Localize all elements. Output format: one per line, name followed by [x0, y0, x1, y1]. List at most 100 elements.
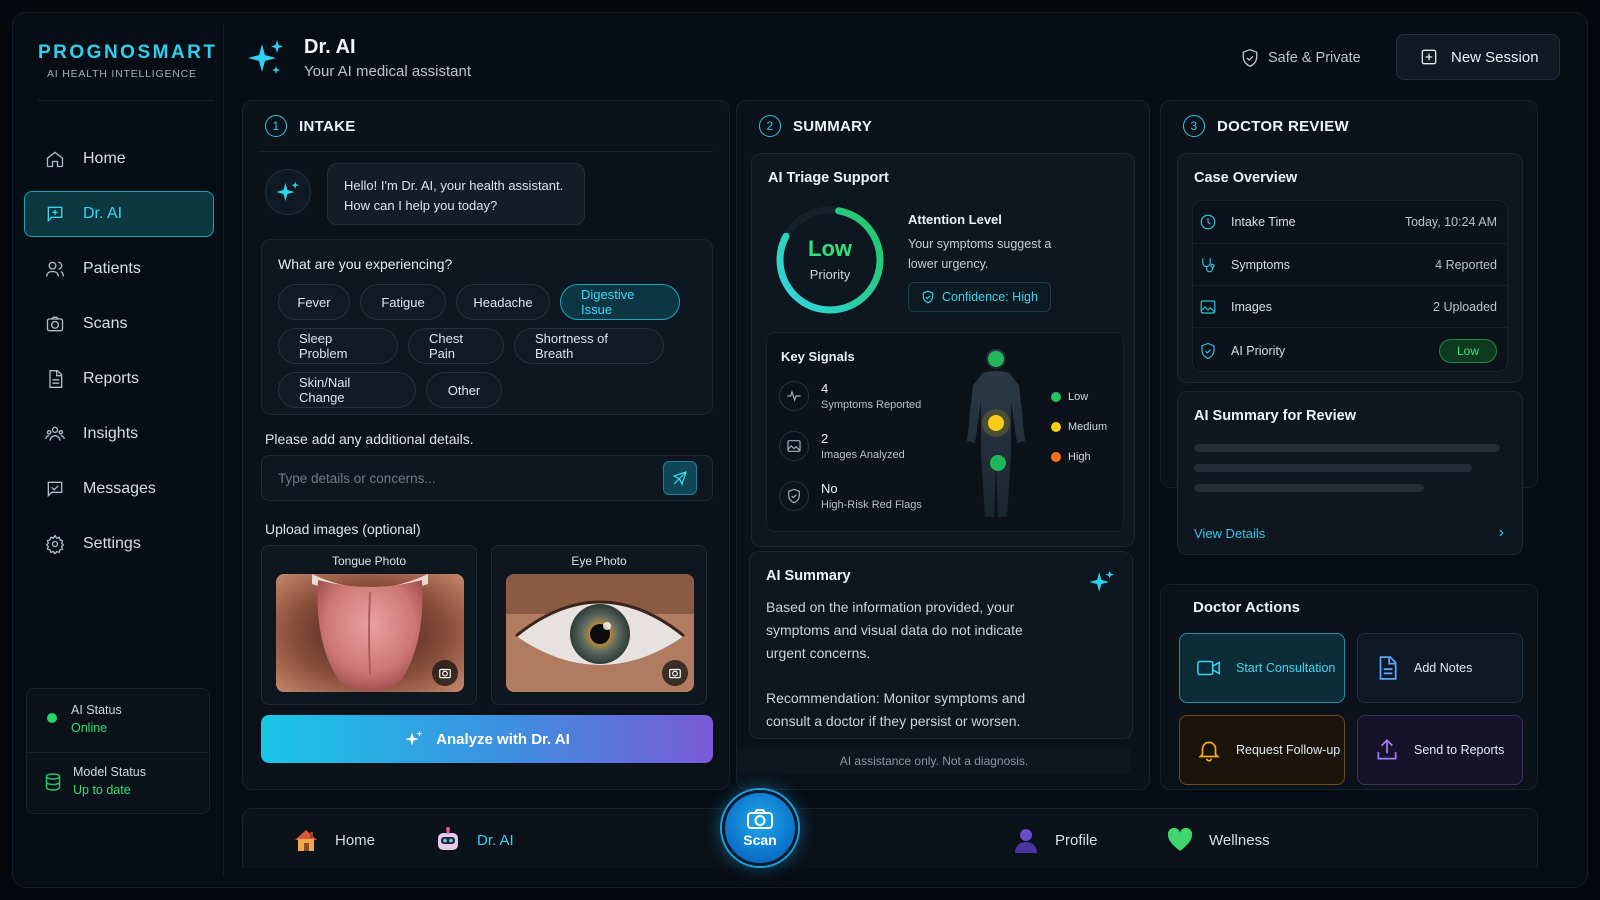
signal-images: 2 Images Analyzed — [779, 431, 905, 461]
robot-icon — [433, 825, 463, 855]
sparkle-icon — [1089, 570, 1114, 592]
sidebar-item-reports[interactable]: Reports — [24, 356, 214, 402]
row-value: Today, 10:24 AM — [1404, 215, 1497, 229]
shield-check-icon — [1201, 342, 1215, 359]
photo-caption: Eye Photo — [571, 554, 627, 568]
sparkle-icon — [248, 40, 283, 74]
symptom-chip-digestive-issue[interactable]: Digestive Issue — [560, 284, 680, 320]
heart-icon — [1165, 825, 1195, 855]
signal-label: High-Risk Red Flags — [821, 499, 922, 511]
bottom-tab-home[interactable]: Home — [291, 825, 375, 855]
request-follow-up-button[interactable]: Request Follow-up — [1179, 715, 1345, 785]
chevron-right-icon[interactable]: › — [1499, 524, 1504, 542]
legend-high: High — [1051, 451, 1091, 463]
ai-status-value: Online — [71, 721, 108, 735]
bottom-tab-dr-ai[interactable]: Dr. AI — [433, 825, 514, 855]
sidebar-item-settings[interactable]: Settings — [24, 521, 214, 567]
send-to-reports-button[interactable]: Send to Reports — [1357, 715, 1523, 785]
intake-title: INTAKE — [299, 117, 356, 135]
symptom-chip-skin-nail-change[interactable]: Skin/Nail Change — [278, 372, 416, 408]
document-icon — [49, 370, 63, 388]
tab-label: Dr. AI — [477, 831, 514, 849]
sparkle-icon — [276, 181, 300, 202]
eye-photo[interactable] — [506, 574, 694, 692]
sidebar-item-home[interactable]: Home — [24, 136, 214, 182]
disclaimer: AI assistance only. Not a diagnosis. — [737, 748, 1131, 774]
camera-icon[interactable] — [662, 660, 688, 686]
scan-button[interactable]: Scan — [722, 790, 798, 866]
tongue-photo[interactable] — [276, 574, 464, 692]
upload-icon — [1377, 739, 1397, 760]
send-button[interactable] — [663, 461, 697, 495]
sidebar-item-insights[interactable]: Insights — [24, 411, 214, 457]
shield-check-icon — [922, 290, 934, 304]
details-input[interactable] — [261, 455, 713, 501]
row-label: Intake Time — [1231, 215, 1296, 229]
sparkle-icon — [405, 731, 423, 746]
new-session-button[interactable]: New Session — [1396, 34, 1560, 80]
review-title: DOCTOR REVIEW — [1217, 117, 1349, 135]
ai-summary-text: Based on the information provided, your … — [766, 596, 1056, 733]
skeleton-line — [1194, 444, 1500, 452]
plus-square-icon — [1421, 49, 1437, 65]
bottom-tab-profile[interactable]: Profile — [1011, 825, 1098, 855]
symptom-chip-other[interactable]: Other — [426, 372, 502, 408]
recommendation-paragraph: Recommendation: Monitor symptoms and con… — [766, 690, 1026, 729]
pulse-icon — [779, 381, 809, 411]
symptom-chip-fatigue[interactable]: Fatigue — [360, 284, 446, 320]
row-label: Images — [1231, 299, 1272, 314]
shield-check-icon — [1242, 48, 1258, 68]
eye-photo-card[interactable]: Eye Photo — [491, 545, 707, 705]
row-ai-priority: AI Priority Low — [1193, 327, 1509, 373]
shield-icon — [779, 481, 809, 511]
step-number: 1 — [265, 115, 287, 137]
sidebar-item-patients[interactable]: Patients — [24, 246, 214, 292]
review-header: 3 DOCTOR REVIEW — [1183, 115, 1349, 137]
photo-caption: Tongue Photo — [331, 554, 407, 568]
action-label: Start Consultation — [1236, 661, 1336, 675]
symptom-chip-sleep-problem[interactable]: Sleep Problem — [278, 328, 398, 364]
message-icon — [47, 481, 63, 498]
confidence-label: Confidence: High — [942, 290, 1038, 304]
step-number: 3 — [1183, 115, 1205, 137]
case-rows: Intake Time Today, 10:24 AM Symptoms 4 R… — [1192, 200, 1509, 373]
signal-symptoms: 4 Symptoms Reported — [779, 381, 921, 411]
online-dot — [47, 713, 57, 723]
legend-dot — [1051, 452, 1061, 462]
row-intake-time: Intake Time Today, 10:24 AM — [1193, 201, 1509, 243]
upload-label: Upload images (optional) — [265, 521, 421, 537]
legend-dot — [1051, 392, 1061, 402]
legend-medium: Medium — [1051, 421, 1107, 433]
analyze-button[interactable]: Analyze with Dr. AI — [261, 715, 713, 763]
summary-header: 2 SUMMARY — [759, 115, 872, 137]
sidebar-item-label: Home — [83, 150, 126, 167]
doctor-review-panel: 3 DOCTOR REVIEW Case Overview Intake Tim… — [1160, 100, 1538, 555]
add-notes-button[interactable]: Add Notes — [1357, 633, 1523, 703]
action-label: Add Notes — [1414, 661, 1473, 675]
divider — [27, 752, 209, 753]
start-consultation-button[interactable]: Start Consultation — [1179, 633, 1345, 703]
users-icon — [46, 261, 64, 277]
camera-icon[interactable] — [432, 660, 458, 686]
symptom-chip-shortness-of-breath[interactable]: Shortness of Breath — [514, 328, 664, 364]
sidebar-item-label: Patients — [83, 260, 141, 277]
doctor-actions-panel: Doctor Actions Start Consultation Add No… — [1160, 584, 1538, 790]
ai-summary-card: AI Summary Based on the information prov… — [749, 551, 1133, 739]
skeleton-line — [1194, 464, 1472, 472]
symptom-chip-fever[interactable]: Fever — [278, 284, 350, 320]
priority-ring: Low Priority — [774, 204, 886, 316]
person-icon — [1011, 825, 1041, 855]
sidebar-item-scans[interactable]: Scans — [24, 301, 214, 347]
safe-private-badge: Safe & Private — [1240, 48, 1361, 68]
sidebar-item-messages[interactable]: Messages — [24, 466, 214, 512]
case-title: Case Overview — [1194, 170, 1298, 186]
view-details-link[interactable]: View Details — [1194, 526, 1265, 541]
bottom-tab-wellness[interactable]: Wellness — [1165, 825, 1270, 855]
symptom-chip-headache[interactable]: Headache — [456, 284, 550, 320]
symptom-chip-chest-pain[interactable]: Chest Pain — [408, 328, 504, 364]
sidebar: PROGNOSMART AI HEALTH INTELLIGENCE Home … — [24, 24, 224, 876]
sidebar-item-dr-ai[interactable]: Dr. AI — [24, 191, 214, 237]
legend-label: Medium — [1068, 421, 1108, 433]
intake-header: 1 INTAKE — [265, 115, 356, 137]
tongue-photo-card[interactable]: Tongue Photo — [261, 545, 477, 705]
